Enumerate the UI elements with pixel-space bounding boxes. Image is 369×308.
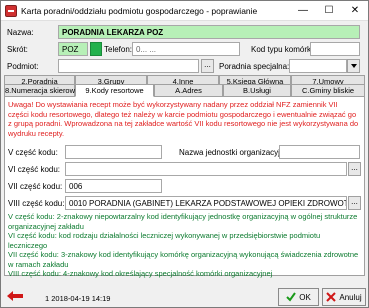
- tab-kody-resortowe[interactable]: 9.Kody resortowe: [75, 84, 154, 97]
- nazwa-jednostki-label: Nazwa jednostki organizacyjnej:: [179, 148, 293, 157]
- viii-czesc-input[interactable]: 0010 PORADNIA (GABINET) LEKARZA PODSTAWO…: [65, 196, 347, 210]
- podmiot-browse-button[interactable]: ...: [201, 59, 214, 73]
- vi-czesc-browse-button[interactable]: ...: [348, 162, 361, 176]
- viii-czesc-browse-button[interactable]: ...: [348, 196, 361, 210]
- title-bar: Karta poradni/oddziału podmiotu gospodar…: [1, 1, 368, 21]
- arrow-left-icon[interactable]: [7, 291, 23, 301]
- vii-czesc-input[interactable]: 006: [65, 179, 162, 193]
- chevron-down-icon[interactable]: [347, 59, 360, 73]
- podmiot-label: Podmiot:: [7, 62, 39, 71]
- skrot-input[interactable]: POZ: [58, 42, 88, 56]
- nazwa-jednostki-input[interactable]: [279, 145, 360, 159]
- color-indicator[interactable]: [90, 42, 102, 56]
- warning-text: Uwaga! Do wystawiania recept może być wy…: [8, 100, 359, 138]
- nazwa-input[interactable]: PORADNIA LEKARZA POZ: [58, 25, 360, 39]
- window-title: Karta poradni/oddziału podmiotu gospodar…: [21, 5, 258, 16]
- checkmark-icon: [286, 292, 297, 302]
- status-text: 1 2018-04-19 14:19: [45, 294, 111, 303]
- cancel-icon: [326, 292, 337, 302]
- ok-button-label: OK: [299, 292, 311, 302]
- cancel-button-label: Anuluj: [339, 292, 362, 302]
- v-czesc-input[interactable]: [65, 145, 162, 159]
- telefon-input[interactable]: 0... ...: [132, 42, 240, 56]
- kod-typu-input[interactable]: [310, 42, 360, 56]
- podmiot-input[interactable]: [58, 59, 199, 73]
- telefon-label: Telefon:: [104, 45, 133, 54]
- dialog-window: Karta poradni/oddziału podmiotu gospodar…: [0, 0, 369, 308]
- close-button[interactable]: ✕: [342, 1, 368, 21]
- poradnia-specjalna-label: Poradnia specjalna:: [219, 62, 290, 71]
- vi-czesc-input[interactable]: [65, 162, 347, 176]
- poradnia-specjalna-select[interactable]: [289, 59, 347, 73]
- cancel-button[interactable]: Anuluj: [322, 288, 366, 306]
- maximize-button[interactable]: ☐: [316, 1, 342, 21]
- vi-czesc-label: VI część kodu:: [8, 165, 61, 174]
- minimize-button[interactable]: —: [290, 1, 316, 21]
- viii-czesc-label: VIII część kodu:: [8, 199, 65, 208]
- app-icon: [5, 4, 17, 17]
- vii-czesc-label: VII część kodu:: [8, 182, 63, 191]
- info-text: V część kodu: 2-znakowy niepowtarzalny k…: [8, 212, 359, 278]
- nazwa-label: Nazwa:: [7, 28, 34, 37]
- ok-button[interactable]: OK: [278, 288, 319, 306]
- skrot-label: Skrót:: [7, 45, 28, 54]
- kod-typu-label: Kod typu komórki:: [251, 45, 316, 54]
- v-czesc-label: V część kodu:: [8, 148, 58, 157]
